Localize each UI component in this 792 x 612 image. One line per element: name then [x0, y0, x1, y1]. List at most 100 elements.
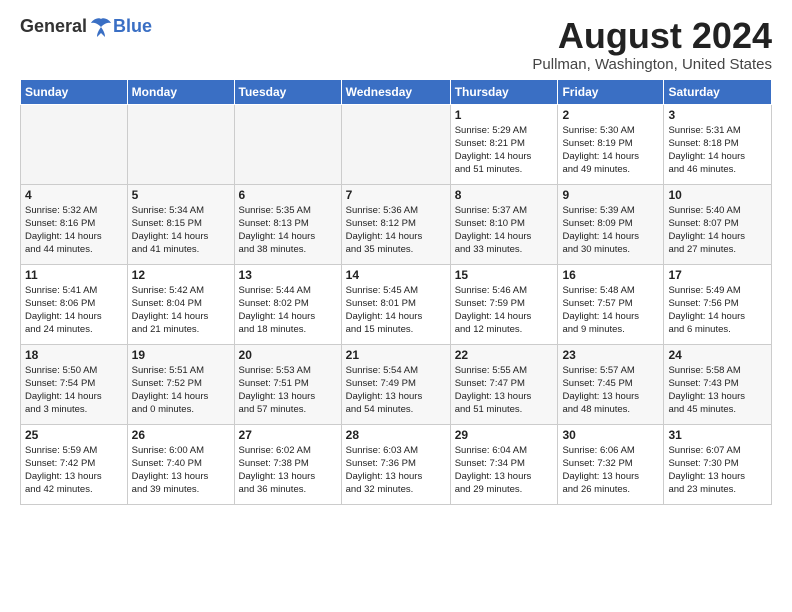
- day-info: Sunrise: 5:48 AM Sunset: 7:57 PM Dayligh…: [562, 284, 659, 337]
- day-cell-8: 8 Sunrise: 5:37 AM Sunset: 8:10 PM Daylig…: [450, 184, 558, 264]
- day-cell-31: 31Sunrise: 6:07 AM Sunset: 7:30 PM Dayli…: [664, 424, 772, 504]
- day-number: 10: [668, 188, 767, 202]
- week-row-1: 1 Sunrise: 5:29 AM Sunset: 8:21 PM Daylig…: [21, 104, 772, 184]
- day-info: Sunrise: 5:55 AM Sunset: 7:47 PM Dayligh…: [455, 364, 554, 417]
- day-info: Sunrise: 6:04 AM Sunset: 7:34 PM Dayligh…: [455, 444, 554, 497]
- day-info: Sunrise: 5:44 AM Sunset: 8:02 PM Dayligh…: [239, 284, 337, 337]
- day-info: Sunrise: 5:37 AM Sunset: 8:10 PM Dayligh…: [455, 204, 554, 257]
- day-header-sunday: Sunday: [21, 79, 128, 104]
- day-number: 3: [668, 108, 767, 122]
- header: General Blue August 2024 Pullman, Washin…: [20, 16, 772, 73]
- day-header-saturday: Saturday: [664, 79, 772, 104]
- day-header-wednesday: Wednesday: [341, 79, 450, 104]
- logo: General Blue: [20, 16, 152, 37]
- day-cell-23: 23Sunrise: 5:57 AM Sunset: 7:45 PM Dayli…: [558, 344, 664, 424]
- day-cell-30: 30 Sunrise: 6:06 AM Sunset: 7:32 PM Dayli…: [558, 424, 664, 504]
- week-row-4: 18 Sunrise: 5:50 AM Sunset: 7:54 PM Dayli…: [21, 344, 772, 424]
- days-header-row: SundayMondayTuesdayWednesdayThursdayFrid…: [21, 79, 772, 104]
- day-info: Sunrise: 5:29 AM Sunset: 8:21 PM Dayligh…: [455, 124, 554, 177]
- day-info: Sunrise: 5:54 AM Sunset: 7:49 PM Dayligh…: [346, 364, 446, 417]
- empty-cell: [127, 104, 234, 184]
- week-row-2: 4 Sunrise: 5:32 AM Sunset: 8:16 PM Daylig…: [21, 184, 772, 264]
- day-header-tuesday: Tuesday: [234, 79, 341, 104]
- day-info: Sunrise: 5:46 AM Sunset: 7:59 PM Dayligh…: [455, 284, 554, 337]
- day-number: 18: [25, 348, 123, 362]
- day-number: 17: [668, 268, 767, 282]
- day-number: 20: [239, 348, 337, 362]
- day-info: Sunrise: 5:34 AM Sunset: 8:15 PM Dayligh…: [132, 204, 230, 257]
- day-info: Sunrise: 5:36 AM Sunset: 8:12 PM Dayligh…: [346, 204, 446, 257]
- day-number: 6: [239, 188, 337, 202]
- day-number: 4: [25, 188, 123, 202]
- logo-blue: Blue: [113, 16, 152, 37]
- day-number: 28: [346, 428, 446, 442]
- day-cell-5: 5 Sunrise: 5:34 AM Sunset: 8:15 PM Daylig…: [127, 184, 234, 264]
- day-header-thursday: Thursday: [450, 79, 558, 104]
- day-cell-19: 19Sunrise: 5:51 AM Sunset: 7:52 PM Dayli…: [127, 344, 234, 424]
- day-info: Sunrise: 5:51 AM Sunset: 7:52 PM Dayligh…: [132, 364, 230, 417]
- day-info: Sunrise: 5:59 AM Sunset: 7:42 PM Dayligh…: [25, 444, 123, 497]
- empty-cell: [21, 104, 128, 184]
- day-cell-25: 25 Sunrise: 5:59 AM Sunset: 7:42 PM Dayli…: [21, 424, 128, 504]
- day-number: 26: [132, 428, 230, 442]
- day-number: 1: [455, 108, 554, 122]
- day-info: Sunrise: 5:35 AM Sunset: 8:13 PM Dayligh…: [239, 204, 337, 257]
- day-number: 16: [562, 268, 659, 282]
- day-cell-14: 14 Sunrise: 5:45 AM Sunset: 8:01 PM Dayli…: [341, 264, 450, 344]
- day-number: 24: [668, 348, 767, 362]
- day-info: Sunrise: 5:32 AM Sunset: 8:16 PM Dayligh…: [25, 204, 123, 257]
- day-number: 22: [455, 348, 554, 362]
- day-info: Sunrise: 6:02 AM Sunset: 7:38 PM Dayligh…: [239, 444, 337, 497]
- day-cell-28: 28 Sunrise: 6:03 AM Sunset: 7:36 PM Dayli…: [341, 424, 450, 504]
- day-number: 12: [132, 268, 230, 282]
- day-info: Sunrise: 6:00 AM Sunset: 7:40 PM Dayligh…: [132, 444, 230, 497]
- day-info: Sunrise: 5:58 AM Sunset: 7:43 PM Dayligh…: [668, 364, 767, 417]
- day-cell-4: 4 Sunrise: 5:32 AM Sunset: 8:16 PM Daylig…: [21, 184, 128, 264]
- day-cell-17: 17 Sunrise: 5:49 AM Sunset: 7:56 PM Dayli…: [664, 264, 772, 344]
- day-info: Sunrise: 6:07 AM Sunset: 7:30 PM Dayligh…: [668, 444, 767, 497]
- day-cell-18: 18 Sunrise: 5:50 AM Sunset: 7:54 PM Dayli…: [21, 344, 128, 424]
- day-number: 30: [562, 428, 659, 442]
- day-cell-21: 21Sunrise: 5:54 AM Sunset: 7:49 PM Dayli…: [341, 344, 450, 424]
- day-cell-11: 11 Sunrise: 5:41 AM Sunset: 8:06 PM Dayli…: [21, 264, 128, 344]
- logo-bird-icon: [89, 17, 113, 37]
- day-info: Sunrise: 5:53 AM Sunset: 7:51 PM Dayligh…: [239, 364, 337, 417]
- day-cell-12: 12 Sunrise: 5:42 AM Sunset: 8:04 PM Dayli…: [127, 264, 234, 344]
- day-number: 5: [132, 188, 230, 202]
- day-info: Sunrise: 5:40 AM Sunset: 8:07 PM Dayligh…: [668, 204, 767, 257]
- day-number: 15: [455, 268, 554, 282]
- day-number: 7: [346, 188, 446, 202]
- day-cell-15: 15 Sunrise: 5:46 AM Sunset: 7:59 PM Dayli…: [450, 264, 558, 344]
- day-number: 23: [562, 348, 659, 362]
- day-info: Sunrise: 5:49 AM Sunset: 7:56 PM Dayligh…: [668, 284, 767, 337]
- day-number: 11: [25, 268, 123, 282]
- day-cell-6: 6 Sunrise: 5:35 AM Sunset: 8:13 PM Daylig…: [234, 184, 341, 264]
- day-number: 27: [239, 428, 337, 442]
- day-info: Sunrise: 5:41 AM Sunset: 8:06 PM Dayligh…: [25, 284, 123, 337]
- day-info: Sunrise: 5:45 AM Sunset: 8:01 PM Dayligh…: [346, 284, 446, 337]
- location-subtitle: Pullman, Washington, United States: [532, 56, 772, 73]
- day-number: 8: [455, 188, 554, 202]
- day-info: Sunrise: 5:30 AM Sunset: 8:19 PM Dayligh…: [562, 124, 659, 177]
- day-cell-26: 26 Sunrise: 6:00 AM Sunset: 7:40 PM Dayli…: [127, 424, 234, 504]
- calendar-container: General Blue August 2024 Pullman, Washin…: [0, 0, 792, 515]
- day-number: 9: [562, 188, 659, 202]
- day-number: 2: [562, 108, 659, 122]
- calendar-table: SundayMondayTuesdayWednesdayThursdayFrid…: [20, 79, 772, 505]
- day-cell-24: 24 Sunrise: 5:58 AM Sunset: 7:43 PM Dayli…: [664, 344, 772, 424]
- logo-general: General: [20, 16, 87, 37]
- day-info: Sunrise: 5:50 AM Sunset: 7:54 PM Dayligh…: [25, 364, 123, 417]
- day-cell-22: 22 Sunrise: 5:55 AM Sunset: 7:47 PM Dayli…: [450, 344, 558, 424]
- day-info: Sunrise: 6:03 AM Sunset: 7:36 PM Dayligh…: [346, 444, 446, 497]
- week-row-3: 11 Sunrise: 5:41 AM Sunset: 8:06 PM Dayli…: [21, 264, 772, 344]
- day-info: Sunrise: 6:06 AM Sunset: 7:32 PM Dayligh…: [562, 444, 659, 497]
- day-cell-27: 27 Sunrise: 6:02 AM Sunset: 7:38 PM Dayli…: [234, 424, 341, 504]
- day-info: Sunrise: 5:42 AM Sunset: 8:04 PM Dayligh…: [132, 284, 230, 337]
- day-number: 14: [346, 268, 446, 282]
- day-header-monday: Monday: [127, 79, 234, 104]
- day-info: Sunrise: 5:39 AM Sunset: 8:09 PM Dayligh…: [562, 204, 659, 257]
- week-row-5: 25 Sunrise: 5:59 AM Sunset: 7:42 PM Dayli…: [21, 424, 772, 504]
- day-number: 25: [25, 428, 123, 442]
- day-cell-29: 29Sunrise: 6:04 AM Sunset: 7:34 PM Dayli…: [450, 424, 558, 504]
- day-cell-9: 9 Sunrise: 5:39 AM Sunset: 8:09 PM Daylig…: [558, 184, 664, 264]
